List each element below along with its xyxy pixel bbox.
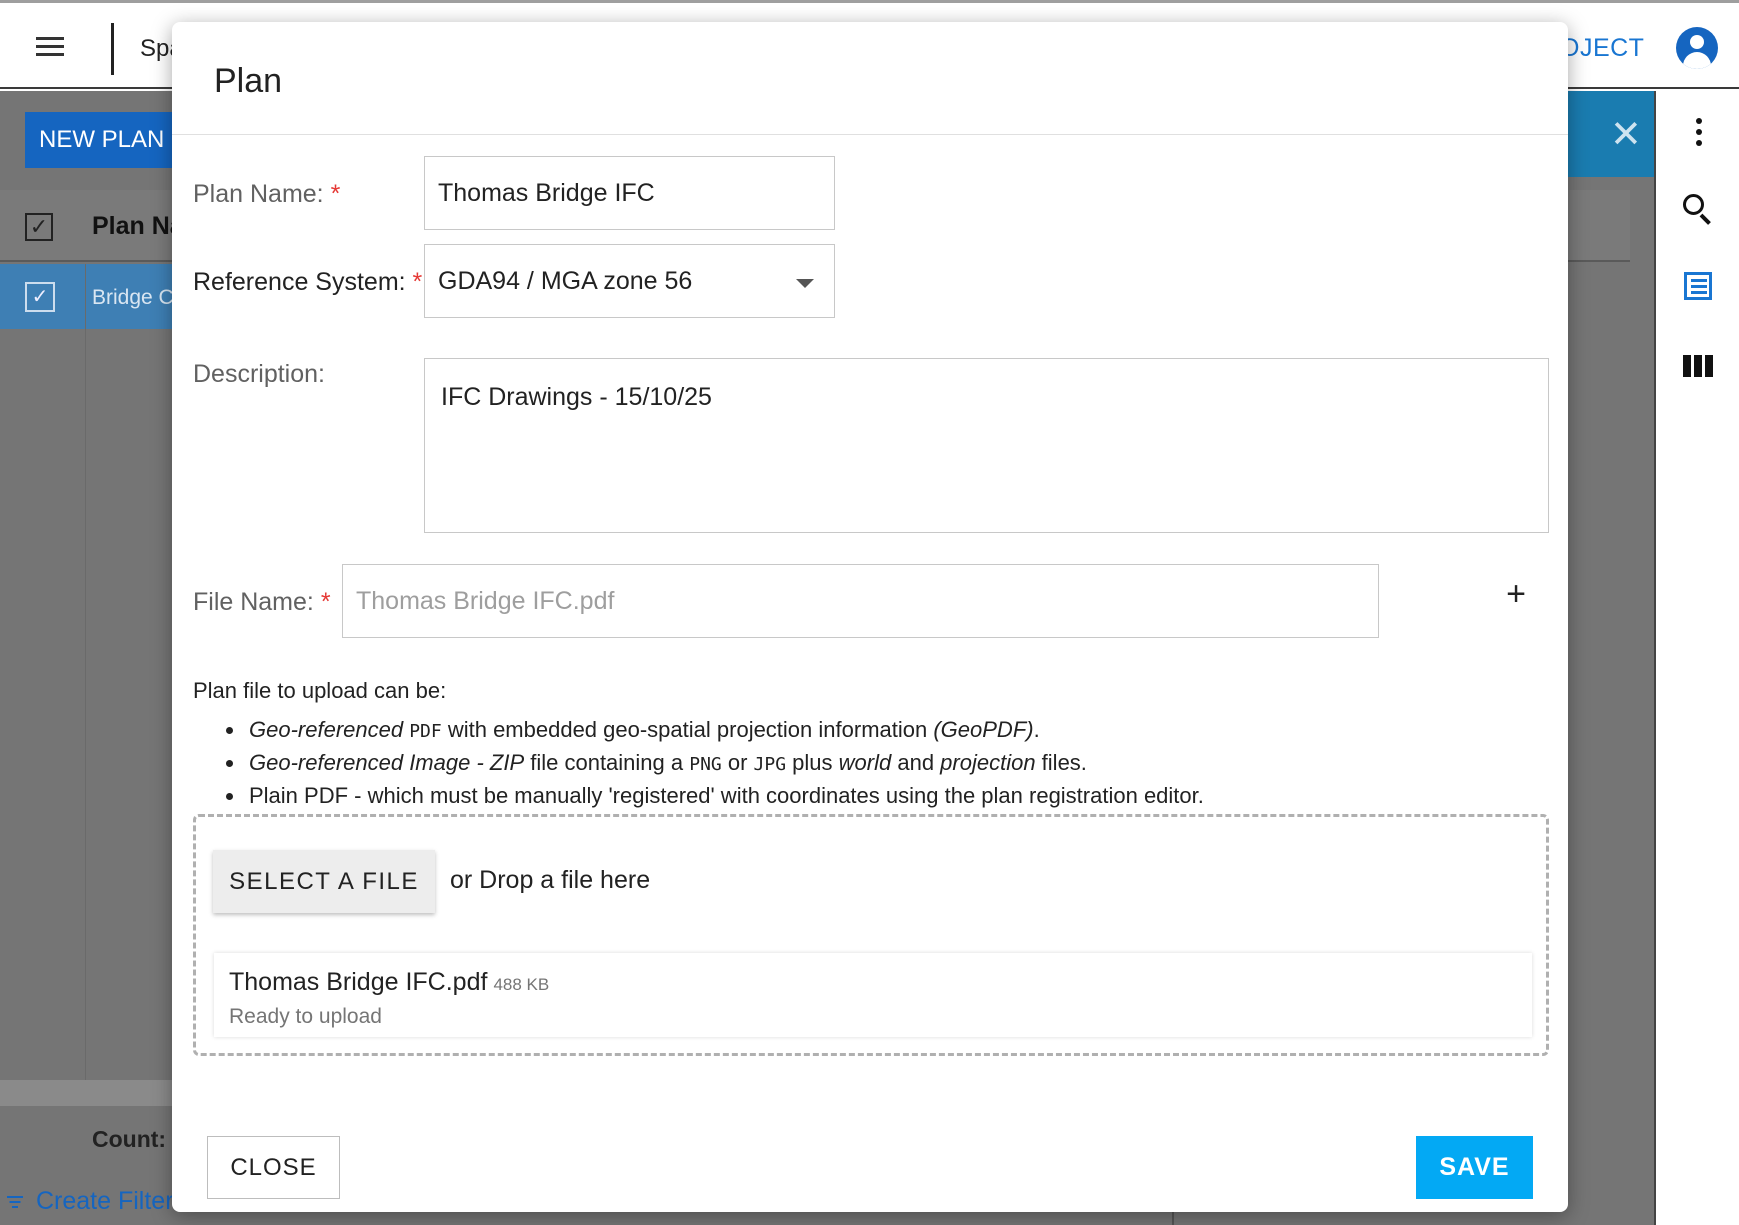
- file-name-text: Thomas Bridge IFC.pdf: [229, 968, 488, 996]
- file-status: Ready to upload: [229, 1005, 382, 1028]
- info-em: world: [838, 750, 892, 775]
- reference-system-value: GDA94 / MGA zone 56: [438, 267, 693, 295]
- plan-dialog: Plan Plan Name: * Reference System: * GD…: [172, 22, 1568, 1212]
- file-card: Thomas Bridge IFC.pdf 488 KB Ready to upl…: [214, 953, 1532, 1037]
- save-button[interactable]: SAVE: [1416, 1136, 1533, 1199]
- row-checkbox[interactable]: ✓: [25, 282, 55, 312]
- plan-name-label: Plan Name: *: [193, 180, 340, 209]
- file-name-label-text: File Name:: [193, 588, 314, 616]
- plan-name-label-text: Plan Name:: [193, 180, 324, 208]
- list-item: Geo-referenced Image - ZIP file containi…: [226, 747, 1204, 780]
- file-size: 488 KB: [493, 975, 550, 994]
- columns-icon[interactable]: [1683, 355, 1713, 377]
- plus-icon[interactable]: +: [1498, 576, 1534, 612]
- file-name-input[interactable]: [342, 564, 1379, 638]
- list-item: Geo-referenced PDF with embedded geo-spa…: [226, 714, 1204, 747]
- required-mark: *: [412, 268, 423, 296]
- required-mark: *: [320, 588, 331, 616]
- upload-info: Plan file to upload can be: Geo-referenc…: [193, 678, 1204, 811]
- plan-name-input[interactable]: [424, 156, 835, 230]
- search-icon[interactable]: [1683, 194, 1713, 225]
- hamburger-icon[interactable]: [36, 37, 64, 57]
- select-all-checkbox[interactable]: ✓: [25, 213, 53, 241]
- file-dropzone[interactable]: SELECT A FILE or Drop a file here Thomas…: [193, 814, 1549, 1056]
- info-text: and: [891, 750, 941, 775]
- info-em: projection: [940, 750, 1036, 775]
- right-tool-rail: [1654, 91, 1739, 1225]
- info-code: PDF: [409, 721, 442, 742]
- create-filter-label: Create Filter: [36, 1187, 174, 1215]
- file-name: Thomas Bridge IFC.pdf 488 KB: [229, 968, 549, 997]
- info-text: with embedded geo-spatial projection inf…: [441, 717, 934, 742]
- info-em: Geo-referenced Image - ZIP: [249, 750, 525, 775]
- drop-hint: or Drop a file here: [450, 866, 651, 894]
- info-em: (GeoPDF): [933, 717, 1034, 742]
- kebab-icon[interactable]: [1696, 118, 1702, 151]
- list-icon[interactable]: [1684, 272, 1712, 300]
- chevron-down-icon: [796, 279, 814, 288]
- create-filter-link[interactable]: Create Filter: [6, 1187, 174, 1216]
- dialog-title: Plan: [214, 62, 283, 100]
- info-em: Geo-referenced: [249, 717, 410, 742]
- project-link[interactable]: OJECT: [1560, 34, 1644, 63]
- upload-info-intro: Plan file to upload can be:: [193, 678, 447, 703]
- column-divider: [85, 264, 86, 1080]
- info-text: file containing a: [524, 750, 690, 775]
- close-button[interactable]: CLOSE: [207, 1136, 340, 1199]
- info-code: JPG: [753, 754, 787, 775]
- select-file-button[interactable]: SELECT A FILE: [213, 850, 435, 913]
- description-field[interactable]: IFC Drawings - 15/10/25: [424, 358, 1549, 533]
- dialog-divider: [172, 134, 1568, 135]
- info-text: .: [1033, 717, 1040, 742]
- info-text: or: [721, 750, 754, 775]
- close-icon[interactable]: ✕: [1610, 116, 1642, 154]
- info-text: files.: [1035, 750, 1087, 775]
- list-item: Plain PDF - which must be manually 'regi…: [226, 780, 1204, 811]
- info-text: plus: [786, 750, 839, 775]
- filter-icon: [6, 1194, 24, 1210]
- column-header-plan-name[interactable]: Plan Na: [92, 212, 184, 241]
- reference-system-select[interactable]: GDA94 / MGA zone 56: [424, 244, 835, 318]
- count-label: Count:: [92, 1126, 167, 1152]
- required-mark: *: [330, 180, 341, 208]
- reference-system-label-text: Reference System:: [193, 268, 406, 296]
- reference-system-label: Reference System: *: [193, 268, 422, 297]
- upload-info-list: Geo-referenced PDF with embedded geo-spa…: [226, 714, 1204, 811]
- account-circle-icon[interactable]: [1676, 27, 1718, 69]
- info-code: PNG: [689, 754, 722, 775]
- description-label: Description:: [193, 360, 325, 388]
- toolbar-divider: [111, 23, 114, 75]
- file-name-label: File Name: *: [193, 588, 331, 617]
- table-row[interactable]: ✓ Bridge C: [0, 264, 180, 329]
- row-plan-name: Bridge C: [92, 286, 174, 309]
